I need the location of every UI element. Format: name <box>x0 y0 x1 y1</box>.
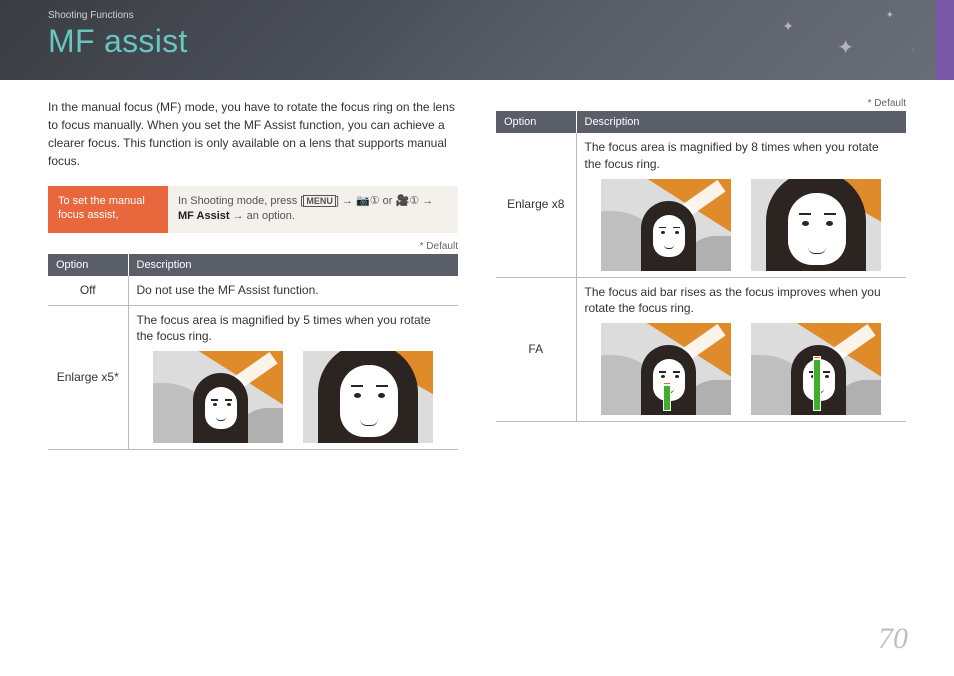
camera-icon: 📷① <box>356 195 380 207</box>
sample-image-normal <box>601 179 731 271</box>
page-number: 70 <box>878 622 908 656</box>
option-cell: Off <box>48 276 128 305</box>
instruction-bold: MF Assist <box>178 210 230 222</box>
content-area: In the manual focus (MF) mode, you have … <box>0 80 954 450</box>
menu-button-icon: MENU <box>303 195 336 207</box>
table-row: Enlarge x5* The focus area is magnified … <box>48 305 458 450</box>
default-note: * Default <box>48 241 458 252</box>
sparkle-icon: · <box>911 45 914 54</box>
focus-aid-bar-icon <box>813 359 821 411</box>
desc-cell: The focus aid bar rises as the focus imp… <box>576 277 906 422</box>
header-description: Description <box>128 254 458 276</box>
table-header-row: Option Description <box>48 254 458 276</box>
desc-cell: The focus area is magnified by 8 times w… <box>576 133 906 277</box>
sample-image-zoomed <box>751 179 881 271</box>
right-column: * Default Option Description Enlarge x8 … <box>496 98 906 450</box>
instruction-text: or <box>380 195 396 207</box>
sample-image-fa-low <box>601 323 731 415</box>
sample-image-zoomed <box>303 351 433 443</box>
left-column: In the manual focus (MF) mode, you have … <box>48 98 458 450</box>
breadcrumb: Shooting Functions <box>48 10 954 21</box>
sample-image-normal <box>153 351 283 443</box>
sparkle-icon: ✦ <box>886 10 894 21</box>
header-option: Option <box>496 111 576 133</box>
sample-image-fa-high <box>751 323 881 415</box>
table-header-row: Option Description <box>496 111 906 133</box>
instruction-box: To set the manual focus assist, In Shoot… <box>48 186 458 233</box>
video-icon: 🎥① <box>396 195 420 207</box>
options-table-right: Option Description Enlarge x8 The focus … <box>496 111 906 422</box>
table-row: Enlarge x8 The focus area is magnified b… <box>496 133 906 277</box>
page-title: MF assist <box>48 23 954 60</box>
instruction-text: ] → <box>336 195 356 207</box>
image-row <box>585 323 899 415</box>
header-description: Description <box>576 111 906 133</box>
image-row <box>137 351 451 443</box>
sparkle-icon: ✦ <box>782 18 794 35</box>
instruction-text: → an option. <box>230 210 295 222</box>
sparkle-icon: ✦ <box>837 35 854 60</box>
instruction-text: In Shooting mode, press [ <box>178 195 303 207</box>
instruction-label: To set the manual focus assist, <box>48 186 168 233</box>
page-header: ✦ ✦ ✦ · Shooting Functions MF assist <box>0 0 954 80</box>
intro-text: In the manual focus (MF) mode, you have … <box>48 98 458 170</box>
desc-text: The focus aid bar rises as the focus imp… <box>585 285 881 316</box>
desc-text: The focus area is magnified by 8 times w… <box>585 140 879 171</box>
desc-cell: The focus area is magnified by 5 times w… <box>128 305 458 450</box>
focus-aid-bar-icon <box>663 385 671 411</box>
desc-text: The focus area is magnified by 5 times w… <box>137 313 431 344</box>
instruction-text: → <box>419 195 433 207</box>
header-option: Option <box>48 254 128 276</box>
option-cell: FA <box>496 277 576 422</box>
option-cell: Enlarge x8 <box>496 133 576 277</box>
image-row <box>585 179 899 271</box>
table-row: Off Do not use the MF Assist function. <box>48 276 458 305</box>
instruction-body: In Shooting mode, press [MENU] → 📷① or 🎥… <box>168 186 458 233</box>
table-row: FA The focus aid bar rises as the focus … <box>496 277 906 422</box>
option-cell: Enlarge x5* <box>48 305 128 450</box>
options-table-left: Option Description Off Do not use the MF… <box>48 254 458 450</box>
desc-cell: Do not use the MF Assist function. <box>128 276 458 305</box>
default-note: * Default <box>496 98 906 109</box>
